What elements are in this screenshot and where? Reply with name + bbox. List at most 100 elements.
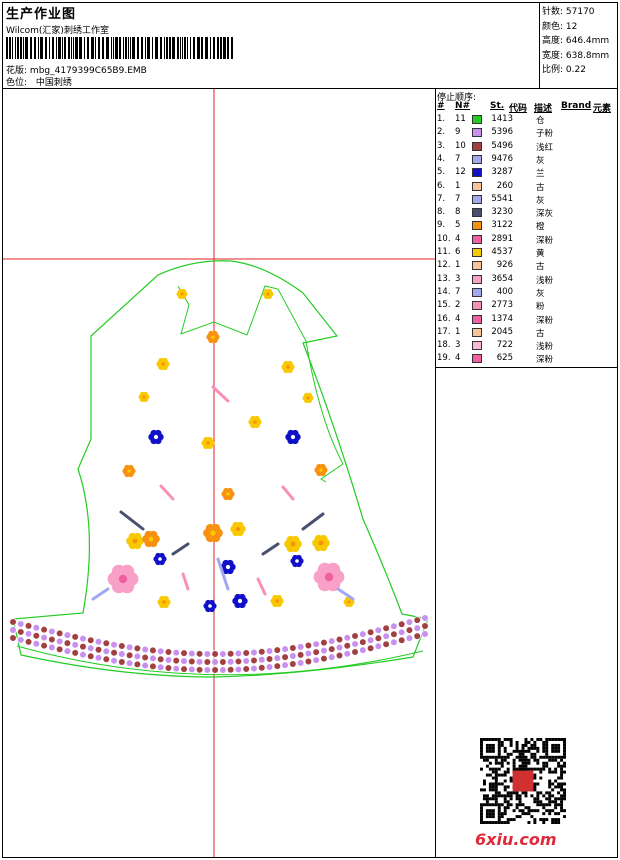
color-swatch <box>472 327 482 337</box>
hem-bead <box>343 633 352 642</box>
stop-code: 3287 <box>491 167 513 178</box>
hem-bead <box>289 652 297 660</box>
hem-bead <box>304 649 313 658</box>
color-swatch <box>472 248 482 257</box>
hem-bead <box>110 648 118 657</box>
flower-motif <box>281 360 295 374</box>
stop-num: 9. <box>437 220 446 231</box>
stop-needle: 7 <box>455 153 461 164</box>
hem-bead <box>149 646 157 655</box>
color-swatch <box>472 314 482 324</box>
hem-bead <box>327 637 336 645</box>
stop-needle: 7 <box>455 193 461 204</box>
stop-needle: 5 <box>455 220 461 231</box>
hem-bead <box>110 640 118 649</box>
hem-bead <box>79 634 87 643</box>
hem-bead <box>250 664 258 673</box>
hem-bead <box>9 634 17 642</box>
stop-needle: 1 <box>455 326 461 337</box>
leaf-motif <box>301 512 325 531</box>
hem-bead <box>296 651 305 659</box>
hem-bead <box>63 639 72 647</box>
hem-bead <box>320 654 328 663</box>
stop-needle: 2 <box>455 300 461 311</box>
flower-motif <box>201 436 215 450</box>
stop-row: 5. 12 3287 兰 <box>437 167 617 180</box>
color-swatch <box>472 168 482 178</box>
stop-code: 722 <box>496 340 513 351</box>
flower-motif <box>314 463 328 477</box>
hem-bead <box>351 640 359 648</box>
hem-bead <box>257 663 266 672</box>
hem-bead <box>125 651 134 660</box>
stop-row: 11. 6 4537 黄 <box>437 247 617 260</box>
stop-num: 5. <box>437 167 446 178</box>
hem-bead <box>273 654 282 662</box>
stop-row: 16. 4 1374 深粉 <box>437 314 617 327</box>
stop-row: 7. 7 5541 灰 <box>437 194 617 207</box>
flower-motif <box>176 288 188 300</box>
hem-bead <box>421 630 429 638</box>
hem-bead <box>397 636 406 645</box>
stop-row: 15. 2 2773 粉 <box>437 300 617 313</box>
flower-motif <box>285 429 301 445</box>
stop-needle: 10 <box>455 140 466 151</box>
hem-bead <box>234 657 243 666</box>
stop-desc: 深粉 <box>536 355 554 366</box>
stop-row: 17. 1 2045 古 <box>437 327 617 340</box>
color-swatch <box>472 194 482 204</box>
stop-num: 14. <box>437 286 451 297</box>
stats-panel: 针数: 57170 颜色: 12 高度: 646.4mm 宽度: 638.8mm… <box>542 5 609 78</box>
hem-bead <box>374 626 383 635</box>
stop-num: 17. <box>437 326 451 337</box>
hem-bead <box>234 665 243 674</box>
stop-row: 6. 1 260 古 <box>437 181 617 194</box>
hem-bead <box>335 643 344 652</box>
leaf-motif <box>281 485 295 501</box>
stop-desc: 深灰 <box>536 209 554 220</box>
hem-bead <box>141 645 149 654</box>
flower-motif <box>312 534 330 552</box>
hem-bead <box>335 635 344 644</box>
flower-motif <box>284 535 302 553</box>
hem-bead <box>164 648 173 656</box>
hem-bead <box>48 627 56 636</box>
stop-row: 9. 5 3122 橙 <box>437 220 617 233</box>
stitch-count: 针数: 57170 <box>542 7 595 17</box>
hem-bead <box>86 636 95 645</box>
color-swatch <box>472 115 482 124</box>
stop-row: 2. 9 5396 子粉 <box>437 127 617 140</box>
stop-code: 400 <box>496 286 513 297</box>
stop-num: 15. <box>437 300 451 311</box>
hem-bead <box>219 650 227 658</box>
color-swatch <box>472 208 482 218</box>
hem-bead <box>71 649 79 657</box>
stop-row: 4. 7 9476 灰 <box>437 154 617 167</box>
color-swatch <box>472 128 482 138</box>
color-swatch <box>472 274 482 284</box>
hem-bead <box>405 626 414 634</box>
hem-bead <box>382 632 390 641</box>
stop-row: 3. 10 5496 浅红 <box>437 141 617 154</box>
col-desc: 描述 <box>534 104 553 114</box>
stop-desc: 黄 <box>536 249 545 259</box>
leaf-motif <box>261 542 280 556</box>
hem-bead <box>335 651 344 660</box>
embroidery-design <box>3 89 435 857</box>
hem-bead <box>304 641 313 650</box>
hem-bead <box>187 657 196 666</box>
stop-num: 6. <box>437 180 446 191</box>
stop-needle: 6 <box>455 247 461 257</box>
hem-bead <box>343 641 352 650</box>
stop-needle: 4 <box>455 313 461 324</box>
hem-bead <box>156 655 165 664</box>
color-swatch <box>472 181 482 191</box>
stop-code: 3654 <box>491 273 513 284</box>
color-swatch <box>472 221 482 231</box>
hem-bead <box>133 652 142 661</box>
hem-bead <box>141 653 149 662</box>
body-divider <box>435 88 436 858</box>
stop-desc: 古 <box>536 262 545 273</box>
stop-row: 14. 7 400 灰 <box>437 287 617 300</box>
hem-bead <box>257 655 266 664</box>
